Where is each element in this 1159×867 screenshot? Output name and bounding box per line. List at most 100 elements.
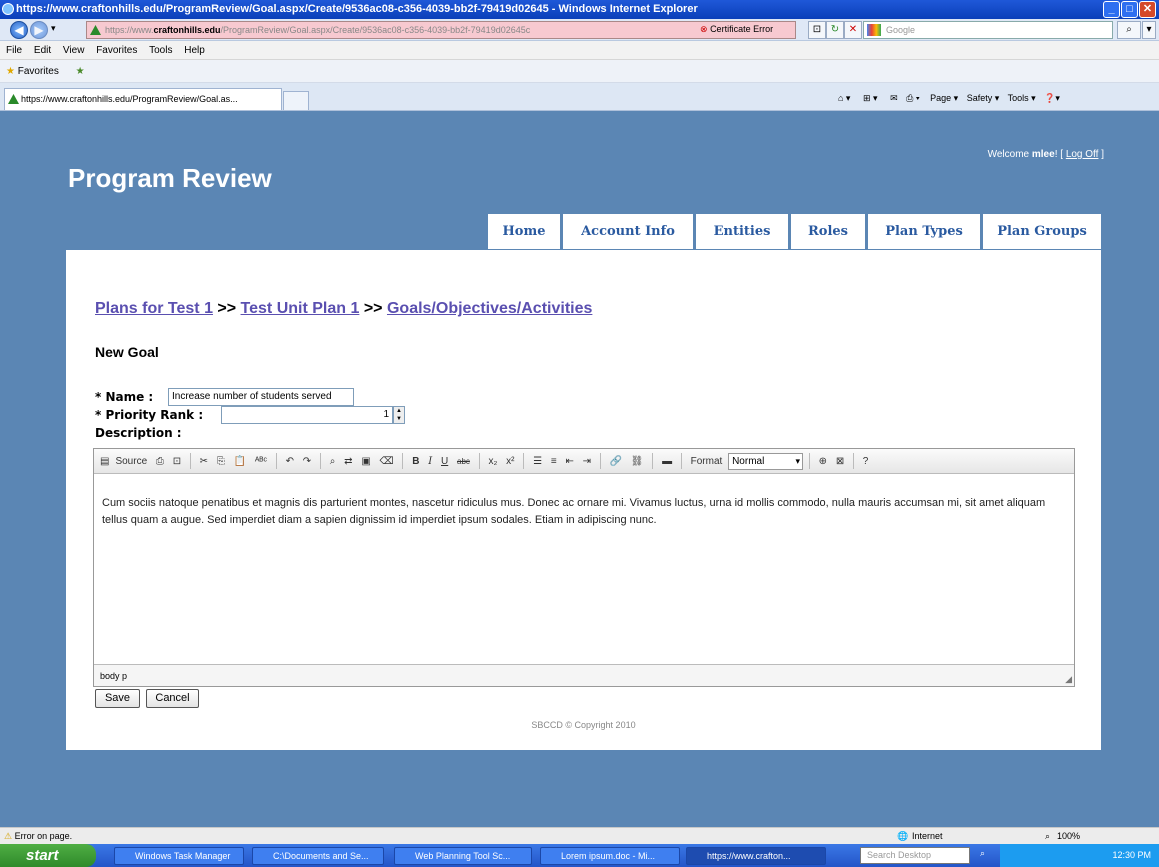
- nav-plan-types[interactable]: Plan Types: [868, 214, 980, 249]
- breadcrumb-unit-plan-link[interactable]: Test Unit Plan 1: [241, 300, 360, 317]
- remove-format-icon[interactable]: ⌫: [380, 449, 394, 473]
- back-button[interactable]: ◀: [10, 21, 28, 39]
- task-task-manager[interactable]: Windows Task Manager: [114, 847, 244, 865]
- show-blocks-icon[interactable]: ⊠: [836, 449, 844, 473]
- task-web-planning[interactable]: Web Planning Tool Sc...: [394, 847, 532, 865]
- help-icon[interactable]: ❓▾: [1044, 93, 1060, 103]
- nav-roles[interactable]: Roles: [791, 214, 865, 249]
- source-button[interactable]: Source: [115, 449, 147, 473]
- warning-icon[interactable]: ⚠: [4, 831, 12, 841]
- start-button[interactable]: start: [0, 844, 96, 867]
- about-icon[interactable]: ?: [863, 449, 869, 473]
- compat-view-button[interactable]: ⊡: [808, 21, 826, 39]
- unlink-icon[interactable]: ⛓: [631, 449, 644, 473]
- search-box[interactable]: Google: [863, 21, 1113, 39]
- superscript-icon[interactable]: x²: [506, 449, 514, 473]
- url-field[interactable]: https://www.craftonhills.edu/ProgramRevi…: [86, 21, 796, 39]
- taskbar: start Windows Task Manager C:\Documents …: [0, 844, 1159, 867]
- refresh-button[interactable]: ↻: [826, 21, 844, 39]
- resize-grip-icon[interactable]: ◢: [1065, 674, 1072, 685]
- redo-icon[interactable]: ↷: [303, 449, 311, 473]
- search-options-button[interactable]: ▾: [1142, 21, 1156, 39]
- forward-button[interactable]: ▶: [30, 21, 48, 39]
- format-select[interactable]: Normal: [728, 452, 804, 470]
- task-browser[interactable]: https://www.crafton...: [686, 847, 826, 865]
- cancel-button[interactable]: Cancel: [146, 689, 199, 708]
- nav-home[interactable]: Home: [488, 214, 560, 249]
- priority-spinner[interactable]: ▲ ▼: [393, 406, 405, 424]
- stop-button[interactable]: ✕: [844, 21, 862, 39]
- ie-icon: [2, 3, 14, 15]
- task-lorem-ipsum[interactable]: Lorem ipsum.doc - Mi...: [540, 847, 680, 865]
- ordered-list-icon[interactable]: ☰: [533, 449, 542, 473]
- minimize-button[interactable]: _: [1103, 1, 1120, 18]
- bullet-list-icon[interactable]: ≡: [551, 449, 557, 473]
- source-icon[interactable]: ▤: [100, 449, 109, 473]
- menu-edit[interactable]: Edit: [34, 45, 51, 56]
- task-explorer[interactable]: C:\Documents and Se...: [252, 847, 384, 865]
- editor-body[interactable]: Cum sociis natoque penatibus et magnis d…: [102, 495, 1068, 529]
- horizontal-rule-icon[interactable]: ▬: [662, 449, 672, 473]
- underline-icon[interactable]: U: [441, 449, 448, 473]
- menu-help[interactable]: Help: [184, 45, 205, 56]
- spellcheck-icon[interactable]: ᴬᴮᶜ: [255, 449, 267, 473]
- page-menu[interactable]: Page ▾: [930, 93, 958, 103]
- toolbar-separator: [599, 453, 601, 470]
- outdent-icon[interactable]: ⇤: [565, 449, 573, 473]
- maximize-button[interactable]: □: [1121, 1, 1138, 18]
- select-all-icon[interactable]: ▣: [361, 449, 370, 473]
- new-tab-button[interactable]: [283, 91, 309, 110]
- description-label: Description :: [95, 426, 182, 440]
- strike-icon[interactable]: abc: [457, 449, 470, 473]
- save-button[interactable]: Save: [95, 689, 140, 708]
- italic-icon[interactable]: I: [428, 449, 432, 473]
- find-icon[interactable]: ⌕: [330, 449, 336, 473]
- favorites-button[interactable]: Favorites: [18, 66, 59, 77]
- zoom-level[interactable]: 100%: [1057, 828, 1080, 845]
- feeds-icon[interactable]: ⊞ ▾: [863, 93, 878, 103]
- home-icon[interactable]: ⌂ ▾: [838, 93, 850, 103]
- status-error[interactable]: Error on page.: [15, 831, 73, 841]
- copy-icon[interactable]: ⎘: [217, 449, 225, 473]
- mail-icon[interactable]: ✉: [890, 93, 898, 103]
- breadcrumb: Plans for Test 1 >> Test Unit Plan 1 >> …: [95, 300, 592, 318]
- tools-menu[interactable]: Tools ▾: [1008, 93, 1036, 103]
- nav-entities[interactable]: Entities: [696, 214, 788, 249]
- logoff-link[interactable]: Log Off: [1066, 149, 1099, 160]
- name-field[interactable]: Increase number of students served: [168, 388, 354, 406]
- menu-view[interactable]: View: [63, 45, 85, 56]
- maximize-editor-icon[interactable]: ⊕: [819, 449, 827, 473]
- nav-account-info[interactable]: Account Info: [563, 214, 693, 249]
- replace-icon[interactable]: ⇄: [344, 449, 352, 473]
- print-editor-icon[interactable]: ⎙: [156, 449, 164, 473]
- undo-icon[interactable]: ↶: [286, 449, 294, 473]
- priority-field[interactable]: 1: [221, 406, 393, 424]
- desktop-search[interactable]: Search Desktop: [860, 847, 970, 864]
- zoom-icon[interactable]: ⌕: [1045, 828, 1050, 845]
- breadcrumb-goals-link[interactable]: Goals/Objectives/Activities: [387, 300, 592, 317]
- add-favorite-icon[interactable]: ★: [76, 66, 85, 77]
- close-window-button[interactable]: ✕: [1139, 1, 1156, 18]
- subscript-icon[interactable]: x₂: [488, 449, 497, 473]
- search-desktop-icon[interactable]: ⌕: [980, 848, 985, 859]
- history-dropdown-icon[interactable]: ▾: [51, 23, 56, 34]
- window-title-bar: https://www.craftonhills.edu/ProgramRevi…: [0, 0, 1159, 19]
- safety-menu[interactable]: Safety ▾: [967, 93, 1000, 103]
- paste-icon[interactable]: 📋: [234, 449, 246, 473]
- bold-icon[interactable]: B: [412, 449, 419, 473]
- cut-icon[interactable]: ✂: [200, 449, 208, 473]
- indent-icon[interactable]: ⇥: [583, 449, 591, 473]
- menu-tools[interactable]: Tools: [149, 45, 172, 56]
- print-icon[interactable]: ⎙ ▾: [906, 93, 919, 103]
- preview-icon[interactable]: ⊡: [173, 449, 181, 473]
- link-icon[interactable]: 🔗: [610, 449, 622, 473]
- nav-plan-groups[interactable]: Plan Groups: [983, 214, 1101, 249]
- menu-favorites[interactable]: Favorites: [96, 45, 137, 56]
- certificate-error-button[interactable]: ⊗ Certificate Error: [700, 21, 798, 37]
- breadcrumb-plans-link[interactable]: Plans for Test 1: [95, 300, 213, 317]
- search-go-button[interactable]: ⌕: [1117, 21, 1141, 39]
- menu-file[interactable]: File: [6, 45, 22, 56]
- clock[interactable]: 12:30 PM: [1112, 850, 1151, 860]
- command-bar: ⌂ ▾ ⊞ ▾ ✉ ⎙ ▾ Page ▾ Safety ▾ Tools ▾ ❓▾: [838, 89, 1060, 107]
- browser-tab-active[interactable]: https://www.craftonhills.edu/ProgramRevi…: [4, 88, 282, 110]
